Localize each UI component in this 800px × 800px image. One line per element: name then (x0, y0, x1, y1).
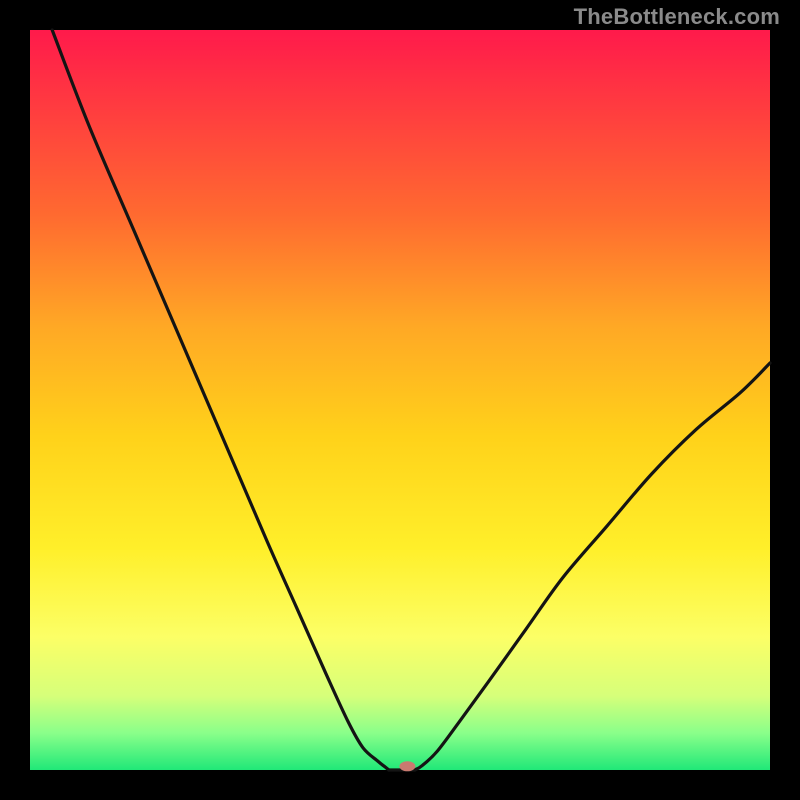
plot-background (30, 30, 770, 770)
watermark-text: TheBottleneck.com (574, 4, 780, 30)
bottleneck-chart (0, 0, 800, 800)
min-marker (399, 761, 415, 771)
